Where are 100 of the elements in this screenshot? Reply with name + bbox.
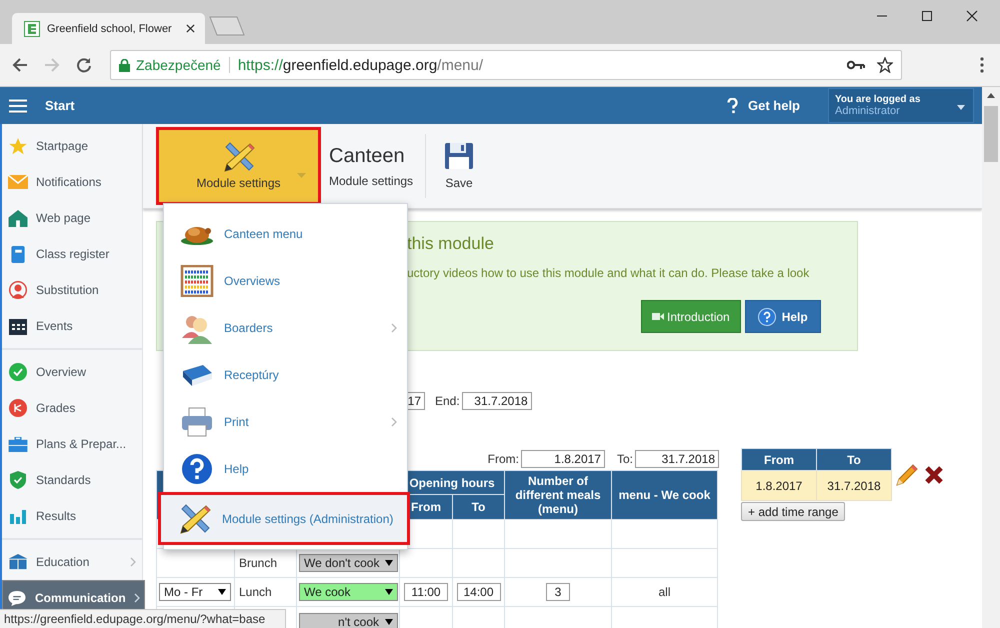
menu-icon[interactable] <box>9 98 27 112</box>
key-icon[interactable] <box>847 60 865 70</box>
back-icon[interactable] <box>12 57 28 73</box>
meal-name: Brunch <box>238 556 278 570</box>
video-camera-icon <box>652 313 664 320</box>
chat-icon <box>7 590 27 606</box>
module-title: Canteen <box>329 144 406 168</box>
scroll-thumb[interactable] <box>984 106 998 162</box>
number-field[interactable]: 3 <box>546 583 570 601</box>
cooking-dropdown[interactable]: n't cook <box>299 613 398 628</box>
sidebar-item[interactable]: Overview <box>2 354 142 390</box>
bar-chart-icon <box>8 508 28 524</box>
close-icon[interactable] <box>186 24 195 33</box>
menu-icon[interactable] <box>980 57 984 73</box>
pencil-ruler-icon <box>222 142 254 172</box>
security-label: Zabezpečené <box>136 57 230 73</box>
column-header: menu - We cook <box>612 470 718 520</box>
help-button[interactable]: Help <box>744 300 821 333</box>
pencil-ruler-icon <box>178 504 212 534</box>
tab-title: Greenfield school, Flower <box>47 22 173 34</box>
to-label: To: <box>616 452 633 466</box>
end-label: End: <box>435 394 460 408</box>
check-circle-icon <box>8 363 28 381</box>
time-field[interactable]: 14:00 <box>456 583 500 601</box>
scrollbar[interactable] <box>982 87 1000 628</box>
sidebar-item[interactable]: Standards <box>2 462 142 498</box>
sidebar-item[interactable]: Startpage <box>2 128 142 164</box>
e-logo-icon <box>24 20 40 36</box>
person-icon <box>8 281 28 299</box>
meal-name: Lunch <box>238 585 272 599</box>
chevron-icon <box>391 322 397 332</box>
help-icon <box>180 452 214 484</box>
table-cell: 31.7.2018 <box>816 470 892 500</box>
sidebar-item[interactable]: Substitution <box>2 272 142 308</box>
menu-item[interactable]: Canteen menu <box>164 210 407 257</box>
start-link[interactable]: Start <box>45 98 75 113</box>
save-button[interactable]: Save <box>434 142 484 190</box>
url-text: https://greenfield.edupage.org/menu/ <box>236 56 484 74</box>
sidebar-item[interactable]: Plans & Prepar... <box>2 426 142 462</box>
help-icon <box>758 308 776 326</box>
caret-icon <box>957 105 965 110</box>
browser-tab[interactable]: Greenfield school, Flower <box>12 13 205 44</box>
chevron-icon <box>134 593 140 603</box>
star-icon[interactable] <box>877 57 893 73</box>
info-text: uctory videos how to use this module and what it can do. Please take a look <box>407 266 810 280</box>
column-header: From <box>742 448 816 470</box>
reload-icon[interactable] <box>76 57 92 73</box>
envelope-icon <box>8 175 28 189</box>
caret-icon <box>297 173 306 178</box>
column-header: To <box>816 448 892 470</box>
shield-icon <box>8 471 28 489</box>
chevron-icon <box>391 416 397 426</box>
sidebar-item[interactable]: Grades <box>2 390 142 426</box>
cooking-dropdown[interactable]: We cook <box>299 583 398 601</box>
sidebar-item[interactable]: Class register <box>2 236 142 272</box>
caret-icon <box>385 589 393 595</box>
table-cell: 1.8.2017 <box>742 470 816 500</box>
scroll-up-icon[interactable] <box>987 93 995 98</box>
add-time-range-button[interactable]: + add time range <box>741 502 846 521</box>
delete-icon[interactable] <box>924 464 944 484</box>
status-url-tooltip: https://greenfield.edupage.org/menu/?what=base <box>0 609 286 628</box>
cooking-dropdown[interactable]: We don't cook <box>299 554 398 572</box>
sidebar-item[interactable]: Notifications <box>2 164 142 200</box>
module-settings-button[interactable]: Module settings <box>156 127 321 205</box>
time-field[interactable]: 11:00 <box>404 583 448 601</box>
sidebar-item[interactable]: Web page <box>2 200 142 236</box>
menu-item[interactable]: Module settings (Administration) <box>158 492 410 545</box>
get-help-link[interactable]: Get help <box>748 98 800 113</box>
printer-icon <box>180 406 214 436</box>
book-icon <box>180 362 214 386</box>
info-heading: this module <box>407 234 495 254</box>
sidebar-item[interactable]: Education <box>2 544 142 580</box>
account-menu[interactable]: You are logged as Administrator <box>828 88 974 123</box>
module-subtitle: Module settings <box>329 174 414 188</box>
sidebar-item[interactable]: Results <box>2 498 142 534</box>
address-bar[interactable]: Zabezpečené https://greenfield.edupage.org/menu/ <box>110 50 902 80</box>
from-label: From: <box>488 452 519 466</box>
to-date-field[interactable]: 31.7.2018 <box>635 450 719 468</box>
maximize-icon[interactable] <box>921 10 933 22</box>
star-icon <box>8 136 28 156</box>
menu-item[interactable]: Boarders <box>164 304 407 351</box>
sidebar-item[interactable]: Events <box>2 308 142 344</box>
menu-item[interactable]: Overviews <box>164 257 407 304</box>
column-header: Number of different meals (menu) <box>504 470 612 520</box>
from-date-field[interactable]: 1.8.2017 <box>520 450 605 468</box>
lock-icon <box>119 58 130 72</box>
caret-icon <box>385 560 393 566</box>
introduction-button[interactable]: Introduction <box>641 300 741 333</box>
days-dropdown[interactable]: Mo - Fr <box>159 583 231 601</box>
end-date-field[interactable]: 31.7.2018 <box>462 392 532 410</box>
table-cell: all <box>658 585 670 599</box>
help-icon[interactable] <box>726 98 738 114</box>
close-icon[interactable] <box>966 10 978 22</box>
caret-icon <box>385 619 393 625</box>
briefcase-icon <box>8 436 28 452</box>
house-icon <box>8 210 28 226</box>
calendar-icon <box>8 317 28 335</box>
chevron-icon <box>130 557 136 567</box>
pencil-icon[interactable] <box>896 464 918 486</box>
grades-icon <box>8 399 28 417</box>
